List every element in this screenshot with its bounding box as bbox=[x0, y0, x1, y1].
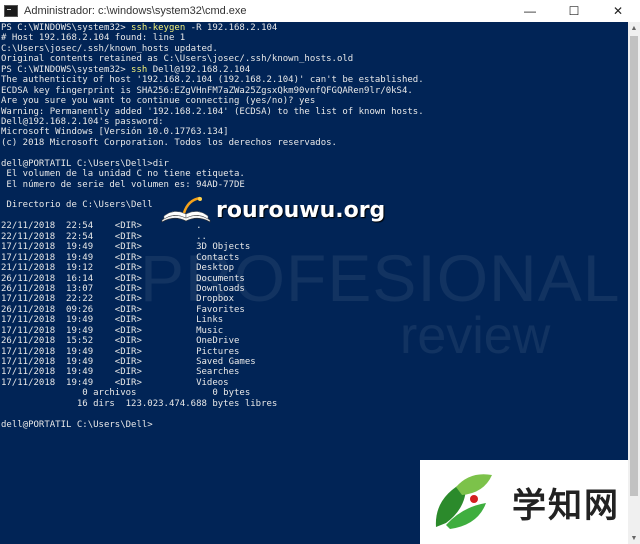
console-line: El número de serie del volumen es: 94AD-… bbox=[1, 180, 424, 190]
console-text: 0 archivos 0 bytes bbox=[1, 388, 251, 399]
console-text: 17/11/2018 19:49 <DIR> Contacts bbox=[1, 252, 240, 263]
console-text: 26/11/2018 16:14 <DIR> Documents bbox=[1, 273, 245, 284]
console-line: 17/11/2018 19:49 <DIR> Saved Games bbox=[1, 357, 424, 367]
console-line: 0 archivos 0 bytes bbox=[1, 388, 424, 398]
console-text: # Host 192.168.2.104 found: line 1 bbox=[1, 33, 186, 44]
console-output: PS C:\WINDOWS\system32> ssh-keygen -R 19… bbox=[1, 23, 424, 430]
console-text: 22/11/2018 22:54 <DIR> .. bbox=[1, 231, 207, 242]
maximize-button[interactable]: ☐ bbox=[552, 0, 596, 22]
console-text: Microsoft Windows [Versión 10.0.17763.13… bbox=[1, 127, 229, 138]
console-line: C:\Users\josec/.ssh/known_hosts updated. bbox=[1, 44, 424, 54]
console-text: 26/11/2018 09:26 <DIR> Favorites bbox=[1, 304, 245, 315]
title-bar: Administrador: c:\windows\system32\cmd.e… bbox=[0, 0, 640, 23]
window-controls: — ☐ ✕ bbox=[508, 0, 640, 22]
console-text: Warning: Permanently added '192.168.2.10… bbox=[1, 106, 424, 117]
console-line: 26/11/2018 16:14 <DIR> Documents bbox=[1, 274, 424, 284]
console-line: Warning: Permanently added '192.168.2.10… bbox=[1, 107, 424, 117]
console-line: PS C:\WINDOWS\system32> ssh Dell@192.168… bbox=[1, 65, 424, 75]
console-line: 17/11/2018 19:49 <DIR> Pictures bbox=[1, 347, 424, 357]
minimize-button[interactable]: — bbox=[508, 0, 552, 22]
console-text: 17/11/2018 19:49 <DIR> Videos bbox=[1, 377, 229, 388]
console-text: 26/11/2018 15:52 <DIR> OneDrive bbox=[1, 336, 240, 347]
scroll-down-arrow-icon[interactable]: ▼ bbox=[628, 532, 640, 544]
console-line: (c) 2018 Microsoft Corporation. Todos lo… bbox=[1, 138, 424, 148]
watermark-logo: rourouwu.org bbox=[160, 196, 385, 224]
console-text: El volumen de la unidad C no tiene etiqu… bbox=[1, 169, 245, 180]
vertical-scrollbar[interactable]: ▲ ▼ bbox=[628, 22, 640, 544]
command-token: ssh bbox=[131, 64, 148, 75]
watermark-text: rourouwu.org bbox=[216, 197, 386, 223]
console-text: Are you sure you want to continue connec… bbox=[1, 96, 316, 107]
console-text: 17/11/2018 19:49 <DIR> Links bbox=[1, 315, 224, 326]
console-line: dell@PORTATIL C:\Users\Dell>dir bbox=[1, 159, 424, 169]
console-line: 26/11/2018 09:26 <DIR> Favorites bbox=[1, 305, 424, 315]
console-text: The authenticity of host '192.168.2.104 … bbox=[1, 75, 424, 86]
console-text: 16 dirs 123.023.474.688 bytes libres bbox=[1, 398, 278, 409]
console-line: 17/11/2018 22:22 <DIR> Dropbox bbox=[1, 294, 424, 304]
console-text: 17/11/2018 22:22 <DIR> Dropbox bbox=[1, 294, 234, 305]
console-line: The authenticity of host '192.168.2.104 … bbox=[1, 75, 424, 85]
console-text: 17/11/2018 19:49 <DIR> Pictures bbox=[1, 346, 240, 357]
site-name: 学知网 bbox=[512, 485, 620, 526]
console-text: -R 192.168.2.104 bbox=[185, 23, 278, 33]
console-line: # Host 192.168.2.104 found: line 1 bbox=[1, 33, 424, 43]
console-line: ECDSA key fingerprint is SHA256:EZgVHnFM… bbox=[1, 86, 424, 96]
console-text: PS C:\WINDOWS\system32> bbox=[1, 23, 132, 33]
console-line: Are you sure you want to continue connec… bbox=[1, 96, 424, 106]
open-book-icon bbox=[161, 196, 211, 223]
site-badge: 学知网 bbox=[420, 460, 628, 544]
console-line: 17/11/2018 19:49 <DIR> Contacts bbox=[1, 253, 424, 263]
console-text: El número de serie del volumen es: 94AD-… bbox=[1, 179, 245, 190]
console-text: C:\Users\josec/.ssh/known_hosts updated. bbox=[1, 43, 218, 54]
console-line: Dell@192.168.2.104's password: bbox=[1, 117, 424, 127]
console-line: dell@PORTATIL C:\Users\Dell> bbox=[1, 420, 424, 430]
console-line: 16 dirs 123.023.474.688 bytes libres bbox=[1, 399, 424, 409]
console-text: 17/11/2018 19:49 <DIR> Music bbox=[1, 325, 224, 336]
console-text: PS C:\WINDOWS\system32> bbox=[1, 64, 132, 75]
window-title: Administrador: c:\windows\system32\cmd.e… bbox=[24, 5, 247, 17]
console-line: 17/11/2018 19:49 <DIR> Music bbox=[1, 326, 424, 336]
console-text: Dell@192.168.2.104 bbox=[147, 64, 251, 75]
command-token: ssh-keygen bbox=[131, 23, 186, 33]
console-text: (c) 2018 Microsoft Corporation. Todos lo… bbox=[1, 137, 337, 148]
console-text: 17/11/2018 19:49 <DIR> Saved Games bbox=[1, 357, 256, 367]
close-button[interactable]: ✕ bbox=[596, 0, 640, 22]
console-line: 17/11/2018 19:49 <DIR> 3D Objects bbox=[1, 242, 424, 252]
console-line: 17/11/2018 19:49 <DIR> Searches bbox=[1, 367, 424, 377]
scroll-up-arrow-icon[interactable]: ▲ bbox=[628, 22, 640, 34]
console-text: 26/11/2018 13:07 <DIR> Downloads bbox=[1, 283, 245, 294]
cmd-app-icon bbox=[4, 5, 18, 17]
console-line: PS C:\WINDOWS\system32> ssh-keygen -R 19… bbox=[1, 23, 424, 33]
console-text: 17/11/2018 19:49 <DIR> 3D Objects bbox=[1, 242, 251, 253]
console-text: Directorio de C:\Users\Dell bbox=[1, 200, 153, 211]
console-line: 26/11/2018 15:52 <DIR> OneDrive bbox=[1, 336, 424, 346]
console-text: Dell@192.168.2.104's password: bbox=[1, 116, 164, 127]
console-line: El volumen de la unidad C no tiene etiqu… bbox=[1, 169, 424, 179]
console-line: Microsoft Windows [Versión 10.0.17763.13… bbox=[1, 127, 424, 137]
console-text: dell@PORTATIL C:\Users\Dell>dir bbox=[1, 158, 169, 169]
console-line: 22/11/2018 22:54 <DIR> .. bbox=[1, 232, 424, 242]
console-text: ECDSA key fingerprint is SHA256:EZgVHnFM… bbox=[1, 85, 413, 96]
console-line: 17/11/2018 19:49 <DIR> Videos bbox=[1, 378, 424, 388]
console-text: dell@PORTATIL C:\Users\Dell> bbox=[1, 419, 153, 430]
console-line: 21/11/2018 19:12 <DIR> Desktop bbox=[1, 263, 424, 273]
console-text: Original contents retained as C:\Users\j… bbox=[1, 54, 354, 65]
console-line: Original contents retained as C:\Users\j… bbox=[1, 54, 424, 64]
console-text: 21/11/2018 19:12 <DIR> Desktop bbox=[1, 263, 234, 274]
console-line: 17/11/2018 19:49 <DIR> Links bbox=[1, 315, 424, 325]
scrollbar-thumb[interactable] bbox=[630, 36, 638, 496]
console-text: 17/11/2018 19:49 <DIR> Searches bbox=[1, 367, 240, 378]
leaf-logo-icon bbox=[435, 474, 492, 529]
console-line: 26/11/2018 13:07 <DIR> Downloads bbox=[1, 284, 424, 294]
